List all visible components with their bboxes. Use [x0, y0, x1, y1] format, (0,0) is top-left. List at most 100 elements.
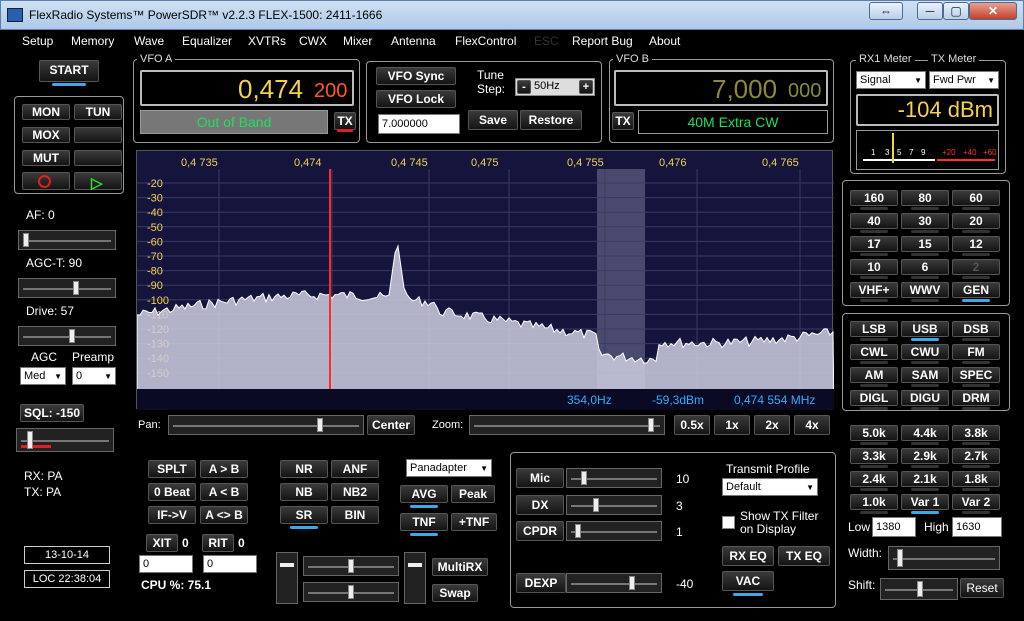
- mut-button[interactable]: MUT: [22, 150, 70, 166]
- tx-eq-button[interactable]: TX EQ: [778, 546, 830, 566]
- filter-button-var2[interactable]: Var 2: [952, 494, 1000, 514]
- filter-high-field[interactable]: 1630: [952, 517, 1002, 537]
- menu-report-bug[interactable]: Report Bug: [572, 34, 633, 48]
- mic-button[interactable]: Mic: [516, 468, 564, 488]
- panadapter-display[interactable]: -20-30-40-50-60-70-80-90-100-110-120-130…: [136, 150, 834, 410]
- mode-button-dsb[interactable]: DSB: [952, 321, 1000, 341]
- dx-slider[interactable]: [566, 495, 662, 515]
- filter-reset-button[interactable]: Reset: [960, 578, 1004, 598]
- band-button-160[interactable]: 160: [850, 190, 898, 210]
- filter-button-10k[interactable]: 1.0k: [850, 494, 898, 514]
- agc-select[interactable]: Med: [20, 367, 66, 385]
- dexp-button[interactable]: DEXP: [516, 573, 566, 593]
- band-button-17[interactable]: 17: [850, 236, 898, 256]
- peak-button[interactable]: Peak: [451, 485, 495, 503]
- vfo-sync-button[interactable]: VFO Sync: [376, 67, 456, 85]
- split-button[interactable]: SPLT: [148, 460, 196, 478]
- filter-button-27k[interactable]: 2.7k: [952, 448, 1000, 468]
- sr-button[interactable]: SR: [280, 506, 328, 529]
- swap-button[interactable]: Swap: [432, 584, 478, 602]
- filter-button-38k[interactable]: 3.8k: [952, 425, 1000, 445]
- rx-vertical-slider-2[interactable]: [404, 552, 426, 604]
- mic-slider[interactable]: [566, 468, 662, 488]
- af-slider[interactable]: [18, 230, 116, 250]
- filter-button-29k[interactable]: 2.9k: [901, 448, 949, 468]
- blank-button-2[interactable]: [74, 150, 122, 166]
- if-to-v-button[interactable]: IF->V: [148, 506, 196, 524]
- vfo-b-display[interactable]: 7,000 000: [614, 70, 828, 106]
- menu-cwx[interactable]: CWX: [299, 34, 327, 48]
- blank-button-1[interactable]: [74, 127, 122, 143]
- menu-antenna[interactable]: Antenna: [391, 34, 436, 48]
- vfo-lock-button[interactable]: VFO Lock: [376, 90, 456, 108]
- mox-button[interactable]: MOX: [22, 127, 70, 143]
- filter-button-18k[interactable]: 1.8k: [952, 471, 1000, 491]
- transmit-profile-select[interactable]: Default: [722, 478, 818, 496]
- nb2-button[interactable]: NB2: [331, 483, 379, 501]
- play-button[interactable]: ▷: [74, 172, 122, 192]
- filter-button-24k[interactable]: 2.4k: [850, 471, 898, 491]
- a-swap-b-button[interactable]: A <> B: [200, 506, 248, 524]
- close-button[interactable]: ✕: [969, 2, 1017, 20]
- vac-button[interactable]: VAC: [722, 571, 774, 596]
- nb-button[interactable]: NB: [280, 483, 328, 501]
- add-tnf-button[interactable]: +TNF: [451, 513, 497, 531]
- rx-eq-button[interactable]: RX EQ: [722, 546, 774, 566]
- filter-button-44k[interactable]: 4.4k: [901, 425, 949, 445]
- mode-button-lsb[interactable]: LSB: [850, 321, 898, 341]
- multirx-slider-2[interactable]: [303, 582, 399, 602]
- menu-flexcontrol[interactable]: FlexControl: [455, 34, 516, 48]
- mode-button-spec[interactable]: SPEC: [952, 367, 1000, 387]
- dx-button[interactable]: DX: [516, 495, 564, 515]
- xit-button[interactable]: XIT: [146, 534, 178, 552]
- mode-button-drm[interactable]: DRM: [952, 390, 1000, 410]
- tun-button[interactable]: TUN: [74, 104, 122, 120]
- zero-beat-button[interactable]: 0 Beat: [148, 483, 196, 501]
- band-button-6[interactable]: 6: [901, 259, 949, 279]
- filter-width-slider[interactable]: [888, 546, 1000, 570]
- sql-button[interactable]: SQL: -150: [20, 404, 84, 422]
- mode-button-digl[interactable]: DIGL: [850, 390, 898, 410]
- rx-meter-select[interactable]: Signal: [856, 71, 926, 89]
- mode-button-fm[interactable]: FM: [952, 344, 1000, 364]
- mode-button-sam[interactable]: SAM: [901, 367, 949, 387]
- filter-button-50k[interactable]: 5.0k: [850, 425, 898, 445]
- band-button-wwv[interactable]: WWV: [901, 282, 949, 302]
- save-button[interactable]: Save: [468, 110, 518, 130]
- maximize-button[interactable]: ▢: [943, 2, 969, 20]
- mode-button-cwl[interactable]: CWL: [850, 344, 898, 364]
- filter-button-33k[interactable]: 3.3k: [850, 448, 898, 468]
- menu-xvtrs[interactable]: XVTRs: [248, 34, 286, 48]
- frequency-entry[interactable]: 7.000000: [378, 114, 460, 134]
- record-button[interactable]: [22, 172, 70, 190]
- dexp-slider[interactable]: [566, 573, 662, 593]
- menu-esc[interactable]: ESC: [534, 34, 559, 48]
- tnf-button[interactable]: TNF: [400, 513, 448, 536]
- start-button[interactable]: START: [39, 60, 99, 86]
- nr-button[interactable]: NR: [280, 460, 328, 478]
- a-to-b-button[interactable]: A > B: [200, 460, 248, 478]
- menu-mixer[interactable]: Mixer: [343, 34, 372, 48]
- sql-slider[interactable]: [16, 428, 114, 452]
- menu-equalizer[interactable]: Equalizer: [182, 34, 232, 48]
- menu-wave[interactable]: Wave: [134, 34, 164, 48]
- zoom-2x-button[interactable]: 2x: [754, 415, 790, 435]
- rit-button[interactable]: RIT: [202, 534, 234, 552]
- menu-about[interactable]: About: [649, 34, 680, 48]
- mon-button[interactable]: MON: [22, 104, 70, 120]
- zoom-4x-button[interactable]: 4x: [794, 415, 830, 435]
- tx-meter-select[interactable]: Fwd Pwr: [929, 71, 999, 89]
- zoom-1x-button[interactable]: 1x: [714, 415, 750, 435]
- band-button-40[interactable]: 40: [850, 213, 898, 233]
- menu-setup[interactable]: Setup: [22, 34, 53, 48]
- agct-slider[interactable]: [18, 278, 116, 298]
- mode-button-am[interactable]: AM: [850, 367, 898, 387]
- rx-vertical-slider-1[interactable]: [276, 552, 298, 604]
- bin-button[interactable]: BIN: [331, 506, 379, 524]
- vfo-a-display[interactable]: 0,474 200: [140, 70, 354, 106]
- restore-arrows-button[interactable]: ⇔: [869, 2, 903, 20]
- show-tx-filter-checkbox[interactable]: [722, 516, 735, 529]
- cpdr-button[interactable]: CPDR: [516, 521, 564, 541]
- filter-low-field[interactable]: 1380: [872, 517, 916, 537]
- xit-field[interactable]: 0: [139, 555, 193, 573]
